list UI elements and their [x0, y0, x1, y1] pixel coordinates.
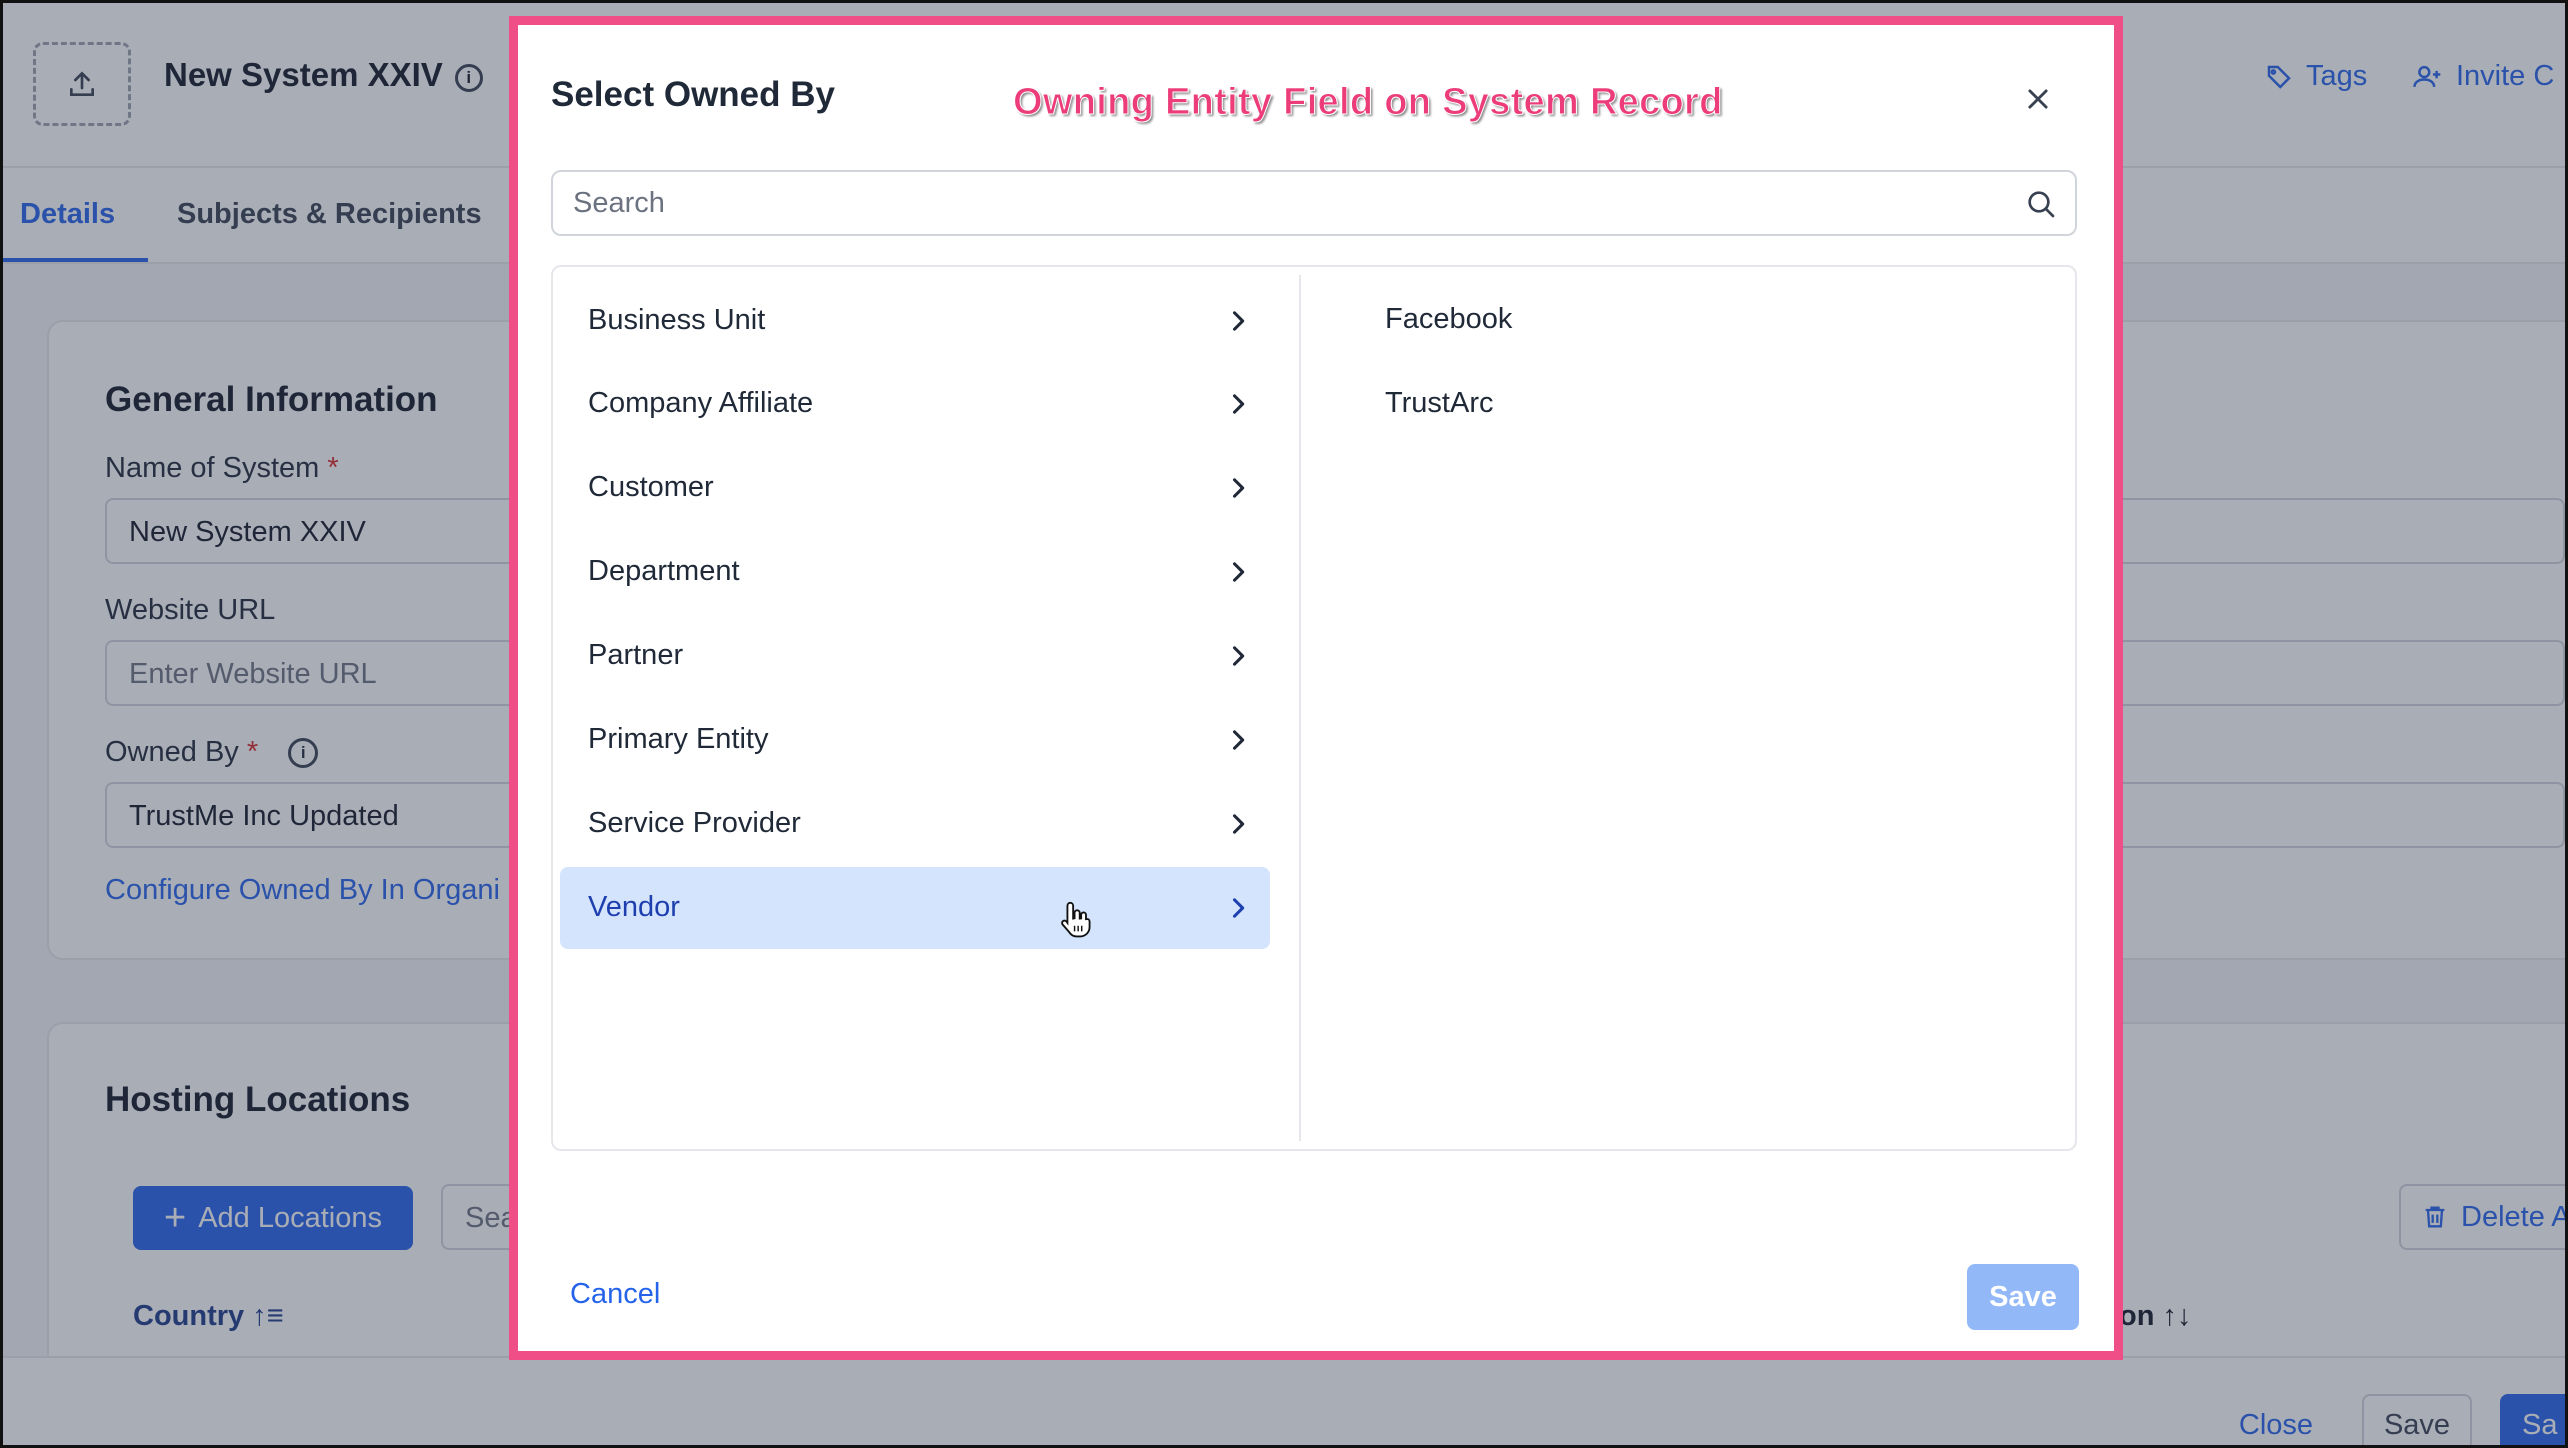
screenshot-frame: [0, 0, 2568, 1448]
